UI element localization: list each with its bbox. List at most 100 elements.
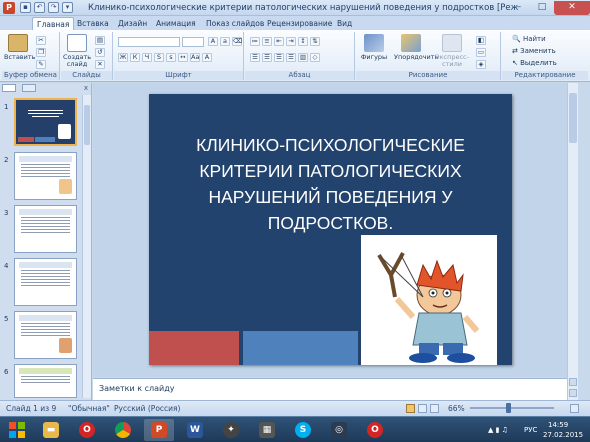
shape-fill-icon[interactable]: ◧: [476, 36, 486, 45]
redo-icon[interactable]: ↷: [48, 2, 59, 13]
tab-animation[interactable]: Анимация: [152, 17, 200, 30]
quick-styles-button[interactable]: Экспресс-стили: [432, 34, 472, 68]
taskbar-opera-2[interactable]: O: [360, 419, 390, 441]
slide-thumbnail-1[interactable]: [14, 98, 77, 146]
zoom-slider[interactable]: [470, 407, 554, 409]
fit-to-window-icon[interactable]: [570, 404, 579, 413]
decrease-indent-icon[interactable]: ⇤: [274, 37, 284, 46]
slide-thumbnail-3[interactable]: [14, 205, 77, 253]
paste-label: Вставить: [4, 53, 36, 61]
slides-pane-close[interactable]: x: [84, 84, 88, 93]
close-button[interactable]: ✕: [554, 1, 590, 15]
case-icon[interactable]: Аа: [190, 53, 200, 62]
scrollbar-thumb[interactable]: [84, 105, 90, 145]
format-painter-icon[interactable]: ✎: [36, 60, 46, 69]
prev-slide-button[interactable]: [569, 378, 577, 386]
replace-button[interactable]: ⇄ Заменить: [512, 47, 556, 55]
taskbar-skype[interactable]: S: [288, 419, 318, 441]
strikethrough-icon[interactable]: S: [154, 53, 164, 62]
clear-format-icon[interactable]: ⌫: [232, 37, 242, 46]
new-slide-button[interactable]: Создать слайд: [63, 34, 91, 68]
cut-icon[interactable]: ✂: [36, 36, 46, 45]
language-indicator[interactable]: Русский (Россия): [114, 401, 180, 416]
font-size-combo[interactable]: [182, 37, 204, 47]
numbering-icon[interactable]: ≡: [262, 37, 272, 46]
slideshow-view-icon[interactable]: [430, 404, 439, 413]
delete-slide-icon[interactable]: ✕: [95, 60, 105, 69]
font-color-icon[interactable]: A: [202, 53, 212, 62]
taskbar-explorer[interactable]: ▬: [36, 419, 66, 441]
increase-indent-icon[interactable]: ⇥: [286, 37, 296, 46]
columns-icon[interactable]: ▥: [298, 53, 308, 62]
slide-thumbnail-4[interactable]: [14, 258, 77, 306]
find-button[interactable]: 🔍 Найти: [512, 35, 546, 43]
spacing-icon[interactable]: ↔: [178, 53, 188, 62]
grow-font-icon[interactable]: A: [208, 37, 218, 46]
line-spacing-icon[interactable]: ↕: [298, 37, 308, 46]
input-language[interactable]: РУС: [524, 424, 537, 436]
taskbar-app-1[interactable]: ✦: [216, 419, 246, 441]
shapes-button[interactable]: Фигуры: [360, 34, 388, 61]
clock-date[interactable]: 27.02.2015: [543, 429, 583, 441]
slides-pane-scrollbar[interactable]: [82, 95, 91, 398]
italic-icon[interactable]: К: [130, 53, 140, 62]
taskbar-word[interactable]: W: [180, 419, 210, 441]
tray-icons[interactable]: ▲ ▮ ♫: [488, 424, 508, 436]
slide-thumbnail-6[interactable]: [14, 364, 77, 398]
customize-qat-icon[interactable]: ▾: [62, 2, 73, 13]
next-slide-button[interactable]: [569, 389, 577, 397]
reset-icon[interactable]: ↺: [95, 48, 105, 57]
taskbar-chrome[interactable]: [108, 419, 138, 441]
zoom-level[interactable]: 66%: [448, 401, 465, 416]
tab-view[interactable]: Вид: [333, 17, 356, 30]
copy-icon[interactable]: ❐: [36, 48, 46, 57]
shape-effects-icon[interactable]: ◈: [476, 60, 486, 69]
bullets-icon[interactable]: ≔: [250, 37, 260, 46]
slide-title[interactable]: КЛИНИКО-ПСИХОЛОГИЧЕСКИЕ КРИТЕРИИ ПАТОЛОГ…: [159, 132, 502, 236]
start-button[interactable]: [2, 419, 32, 441]
slides-tab-icon[interactable]: [2, 84, 16, 92]
undo-icon[interactable]: ↶: [34, 2, 45, 13]
underline-icon[interactable]: Ч: [142, 53, 152, 62]
justify-icon[interactable]: ☰: [286, 53, 296, 62]
align-center-icon[interactable]: ☰: [262, 53, 272, 62]
paste-button[interactable]: Вставить: [4, 34, 36, 61]
powerpoint-app-icon[interactable]: P: [3, 2, 15, 14]
tab-design[interactable]: Дизайн: [114, 17, 151, 30]
shadow-icon[interactable]: s: [166, 53, 176, 62]
tab-review[interactable]: Рецензирование: [263, 17, 336, 30]
shrink-font-icon[interactable]: a: [220, 37, 230, 46]
layout-icon[interactable]: ▤: [95, 36, 105, 45]
shape-outline-icon[interactable]: ▭: [476, 48, 486, 57]
tab-slideshow[interactable]: Показ слайдов: [202, 17, 268, 30]
maximize-button[interactable]: □: [531, 1, 553, 15]
smartart-icon[interactable]: ◇: [310, 53, 320, 62]
slide-vertical-scrollbar[interactable]: [567, 83, 578, 400]
align-right-icon[interactable]: ☰: [274, 53, 284, 62]
taskbar-powerpoint[interactable]: P: [144, 419, 174, 441]
align-left-icon[interactable]: ☰: [250, 53, 260, 62]
tab-home[interactable]: Главная: [32, 17, 75, 30]
minimize-button[interactable]: –: [508, 1, 530, 15]
bold-icon[interactable]: Ж: [118, 53, 128, 62]
slide-thumbnail-2[interactable]: [14, 152, 77, 200]
save-icon[interactable]: ▪: [20, 2, 31, 13]
slide-sorter-icon[interactable]: [418, 404, 427, 413]
current-slide[interactable]: КЛИНИКО-ПСИХОЛОГИЧЕСКИЕ КРИТЕРИИ ПАТОЛОГ…: [149, 94, 512, 365]
scrollbar-thumb[interactable]: [569, 93, 577, 143]
outline-tab-icon[interactable]: [22, 84, 37, 92]
font-name-combo[interactable]: [118, 37, 180, 47]
arrange-button[interactable]: Упорядочить: [394, 34, 438, 61]
opera-icon: O: [367, 422, 383, 438]
taskbar-app-3[interactable]: ◎: [324, 419, 354, 441]
taskbar-opera-1[interactable]: O: [72, 419, 102, 441]
slide-thumbnail-5[interactable]: [14, 311, 77, 359]
zoom-slider-thumb[interactable]: [506, 403, 511, 413]
tab-insert[interactable]: Вставка: [73, 17, 113, 30]
notes-pane[interactable]: Заметки к слайду: [93, 378, 567, 400]
slide-illustration[interactable]: [361, 235, 497, 365]
text-direction-icon[interactable]: ⇅: [310, 37, 320, 46]
select-button[interactable]: ↖ Выделить: [512, 59, 557, 67]
normal-view-icon[interactable]: [406, 404, 415, 413]
taskbar-app-2[interactable]: ▦: [252, 419, 282, 441]
